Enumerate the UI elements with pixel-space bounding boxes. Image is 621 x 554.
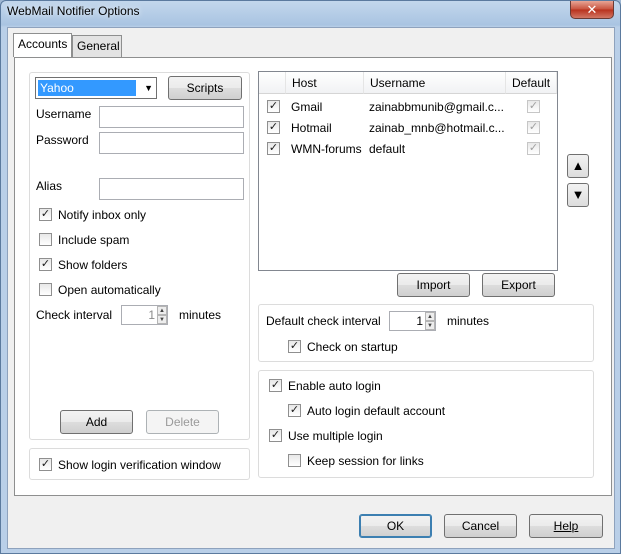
help-button[interactable]: Help (529, 514, 603, 538)
row-username: zainabbmunib@gmail.c... (369, 100, 504, 114)
alias-input[interactable] (99, 178, 244, 200)
notify-inbox-only-checkbox[interactable]: ✓ (39, 208, 52, 221)
default-interval-spinner[interactable]: 1 ▲ ▼ (389, 311, 436, 331)
move-up-button[interactable]: ▲ (567, 154, 589, 178)
row-enabled-checkbox[interactable]: ✓ (267, 142, 280, 155)
keep-session-checkbox[interactable] (288, 454, 301, 467)
use-multiple-login-checkbox[interactable]: ✓ (269, 429, 282, 442)
include-spam-label: Include spam (58, 233, 130, 247)
scripts-button[interactable]: Scripts (168, 76, 242, 100)
accounts-list[interactable]: Host Username Default ✓ Gmail zainabbmun… (258, 71, 558, 271)
row-enabled-checkbox[interactable]: ✓ (267, 100, 280, 113)
enable-auto-login-checkbox[interactable]: ✓ (269, 379, 282, 392)
default-interval-minutes-label: minutes (447, 314, 490, 328)
move-down-button[interactable]: ▼ (567, 183, 589, 207)
row-host: Gmail (291, 100, 323, 114)
close-icon: ✕ (586, 2, 598, 17)
dialog-body: Accounts General Yahoo ▼ Scripts Usernam… (7, 27, 615, 549)
auto-login-default-checkbox[interactable]: ✓ (288, 404, 301, 417)
password-label: Password (36, 133, 89, 147)
default-interval-group: Default check interval 1 ▲ ▼ minutes ✓ C… (258, 304, 594, 362)
spin-up-icon[interactable]: ▲ (157, 306, 167, 315)
provider-select[interactable]: Yahoo ▼ (35, 77, 157, 99)
chevron-down-icon: ▼ (144, 83, 153, 93)
row-default-checkbox[interactable]: ✓ (527, 142, 540, 155)
account-form-group: Yahoo ▼ Scripts Username Password Alias … (29, 72, 250, 440)
keep-session-label: Keep session for links (307, 454, 424, 468)
password-input[interactable] (99, 132, 244, 154)
open-automatically-checkbox[interactable] (39, 283, 52, 296)
accounts-panel: Yahoo ▼ Scripts Username Password Alias … (14, 57, 612, 496)
title-bar[interactable]: WebMail Notifier Options ✕ (1, 1, 620, 23)
options-window: WebMail Notifier Options ✕ Accounts Gene… (0, 0, 621, 554)
check-interval-minutes-label: minutes (179, 308, 222, 322)
provider-selected: Yahoo (38, 80, 136, 96)
add-button[interactable]: Add (60, 410, 133, 434)
check-on-startup-label: Check on startup (307, 340, 398, 354)
ok-button[interactable]: OK (359, 514, 432, 538)
row-host: Hotmail (291, 121, 332, 135)
tab-general[interactable]: General (72, 35, 122, 57)
spin-down-icon[interactable]: ▼ (157, 315, 167, 324)
cancel-button[interactable]: Cancel (444, 514, 517, 538)
notify-inbox-only-label: Notify inbox only (58, 208, 147, 222)
default-interval-value: 1 (416, 314, 423, 328)
import-button[interactable]: Import (397, 273, 470, 297)
login-options-group: ✓ Enable auto login ✓ Auto login default… (258, 370, 594, 478)
open-automatically-label: Open automatically (58, 283, 161, 297)
check-interval-spinner[interactable]: 1 ▲ ▼ (121, 305, 168, 325)
export-button[interactable]: Export (482, 273, 555, 297)
tab-accounts[interactable]: Accounts (13, 33, 72, 57)
username-input[interactable] (99, 106, 244, 128)
row-default-checkbox[interactable]: ✓ (527, 100, 540, 113)
enable-auto-login-label: Enable auto login (288, 379, 381, 393)
triangle-down-icon: ▼ (571, 187, 585, 202)
use-multiple-login-label: Use multiple login (288, 429, 383, 443)
row-default-checkbox[interactable]: ✓ (527, 121, 540, 134)
check-interval-label: Check interval (36, 308, 113, 322)
username-column-header[interactable]: Username (364, 72, 506, 94)
check-column-header[interactable] (259, 72, 286, 94)
row-enabled-checkbox[interactable]: ✓ (267, 121, 280, 134)
window-title: WebMail Notifier Options (7, 4, 140, 18)
spin-up-icon[interactable]: ▲ (425, 312, 435, 321)
close-button[interactable]: ✕ (570, 1, 614, 19)
login-verification-group: ✓ Show login verification window (29, 448, 250, 480)
row-username: default (369, 142, 406, 156)
check-interval-value: 1 (148, 308, 155, 322)
default-column-header[interactable]: Default (506, 72, 557, 94)
show-login-verification-checkbox[interactable]: ✓ (39, 458, 52, 471)
triangle-up-icon: ▲ (571, 158, 585, 173)
show-login-verification-label: Show login verification window (58, 458, 221, 472)
include-spam-checkbox[interactable] (39, 233, 52, 246)
delete-button[interactable]: Delete (146, 410, 219, 434)
check-on-startup-checkbox[interactable]: ✓ (288, 340, 301, 353)
row-username: zainab_mnb@hotmail.c... (369, 121, 505, 135)
row-host: WMN-forums (291, 142, 362, 156)
show-folders-checkbox[interactable]: ✓ (39, 258, 52, 271)
host-column-header[interactable]: Host (286, 72, 364, 94)
auto-login-default-label: Auto login default account (307, 404, 446, 418)
username-label: Username (36, 107, 92, 121)
default-check-interval-label: Default check interval (266, 314, 381, 328)
alias-label: Alias (36, 179, 63, 193)
show-folders-label: Show folders (58, 258, 128, 272)
spin-down-icon[interactable]: ▼ (425, 321, 435, 330)
